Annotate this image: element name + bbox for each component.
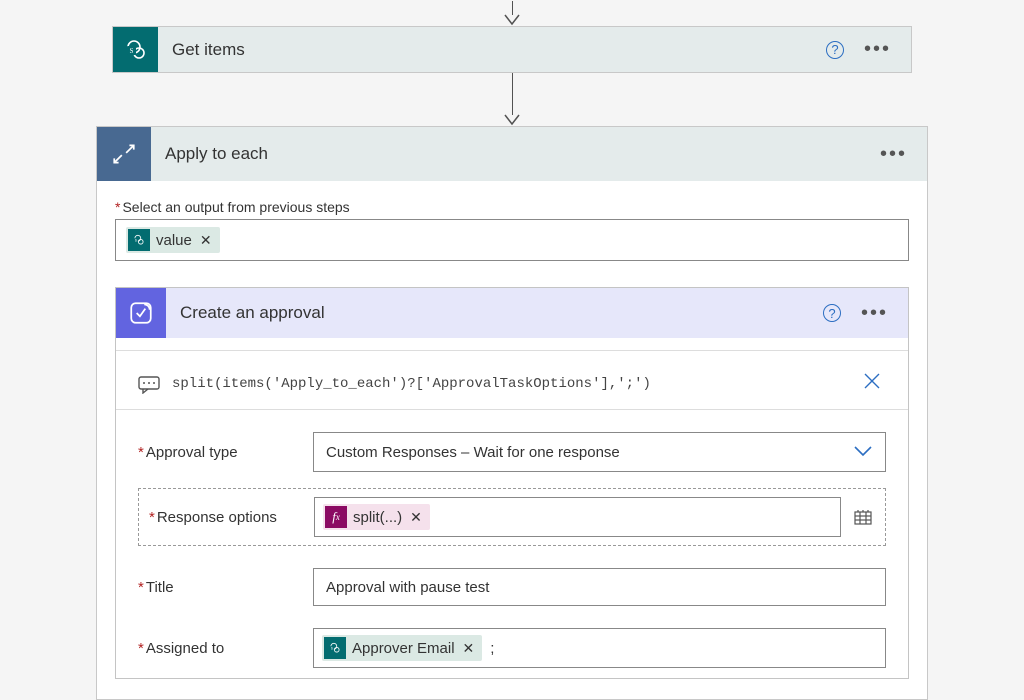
divider: [116, 409, 908, 410]
step-get-items[interactable]: S Get items ? •••: [112, 26, 912, 73]
row-response-options: *Response options fx split(...) ✕: [138, 488, 886, 546]
step-create-approval: Create an approval ? •••: [115, 287, 909, 679]
divider: [116, 350, 908, 351]
close-icon[interactable]: [858, 371, 886, 397]
speech-bubble-icon: [138, 376, 160, 392]
help-icon[interactable]: ?: [823, 304, 841, 322]
more-icon[interactable]: •••: [861, 302, 888, 325]
assigned-to-label: *Assigned to: [138, 640, 313, 657]
row-assigned-to: *Assigned to: [138, 628, 886, 668]
chevron-down-icon: [853, 444, 873, 461]
loop-icon: [97, 127, 151, 181]
svg-text:S: S: [129, 47, 133, 55]
title-value: Approval with pause test: [326, 579, 489, 596]
token-approver-email[interactable]: S Approver Email ✕: [322, 635, 482, 661]
row-title: *Title Approval with pause test: [138, 568, 886, 606]
approval-icon: [116, 288, 166, 338]
assigned-to-suffix: ;: [490, 640, 494, 657]
remove-token-icon[interactable]: ✕: [463, 640, 475, 657]
expression-preview: split(items('Apply_to_each')?['ApprovalT…: [138, 363, 886, 397]
step-title: Get items: [172, 40, 826, 60]
svg-text:S: S: [135, 238, 137, 242]
more-icon[interactable]: •••: [864, 38, 891, 61]
fx-icon: fx: [325, 506, 347, 528]
array-mode-icon[interactable]: [851, 507, 875, 527]
step-header[interactable]: Create an approval ? •••: [116, 288, 908, 338]
connector-arrow: [0, 73, 1024, 126]
response-options-input[interactable]: fx split(...) ✕: [314, 497, 841, 537]
token-value[interactable]: S value ✕: [126, 227, 220, 253]
approval-type-value: Custom Responses – Wait for one response: [326, 444, 620, 461]
approval-type-select[interactable]: Custom Responses – Wait for one response: [313, 432, 886, 472]
remove-token-icon[interactable]: ✕: [410, 509, 422, 526]
sharepoint-icon: S: [113, 27, 158, 72]
select-output-label: *Select an output from previous steps: [115, 199, 909, 215]
step-title: Create an approval: [180, 303, 823, 323]
expression-text: split(items('Apply_to_each')?['ApprovalT…: [172, 376, 846, 392]
select-output-input[interactable]: S value ✕: [115, 219, 909, 261]
step-title: Apply to each: [165, 144, 880, 164]
remove-token-icon[interactable]: ✕: [200, 232, 212, 249]
token-label: value: [156, 232, 192, 249]
response-options-label: *Response options: [149, 509, 314, 526]
token-label: Approver Email: [352, 640, 455, 657]
step-apply-to-each: Apply to each ••• *Select an output from…: [96, 126, 928, 700]
approval-type-label: *Approval type: [138, 444, 313, 461]
title-label: *Title: [138, 579, 313, 596]
more-icon[interactable]: •••: [880, 143, 907, 166]
step-header[interactable]: Apply to each •••: [97, 127, 927, 181]
svg-text:S: S: [331, 646, 333, 650]
assigned-to-input[interactable]: S Approver Email ✕ ;: [313, 628, 886, 668]
connector-arrow: [0, 1, 1024, 26]
help-icon[interactable]: ?: [826, 41, 844, 59]
sharepoint-icon: S: [128, 229, 150, 251]
token-label: split(...): [353, 509, 402, 526]
token-fx[interactable]: fx split(...) ✕: [323, 504, 430, 530]
title-input[interactable]: Approval with pause test: [313, 568, 886, 606]
row-approval-type: *Approval type Custom Responses – Wait f…: [138, 432, 886, 472]
sharepoint-icon: S: [324, 637, 346, 659]
